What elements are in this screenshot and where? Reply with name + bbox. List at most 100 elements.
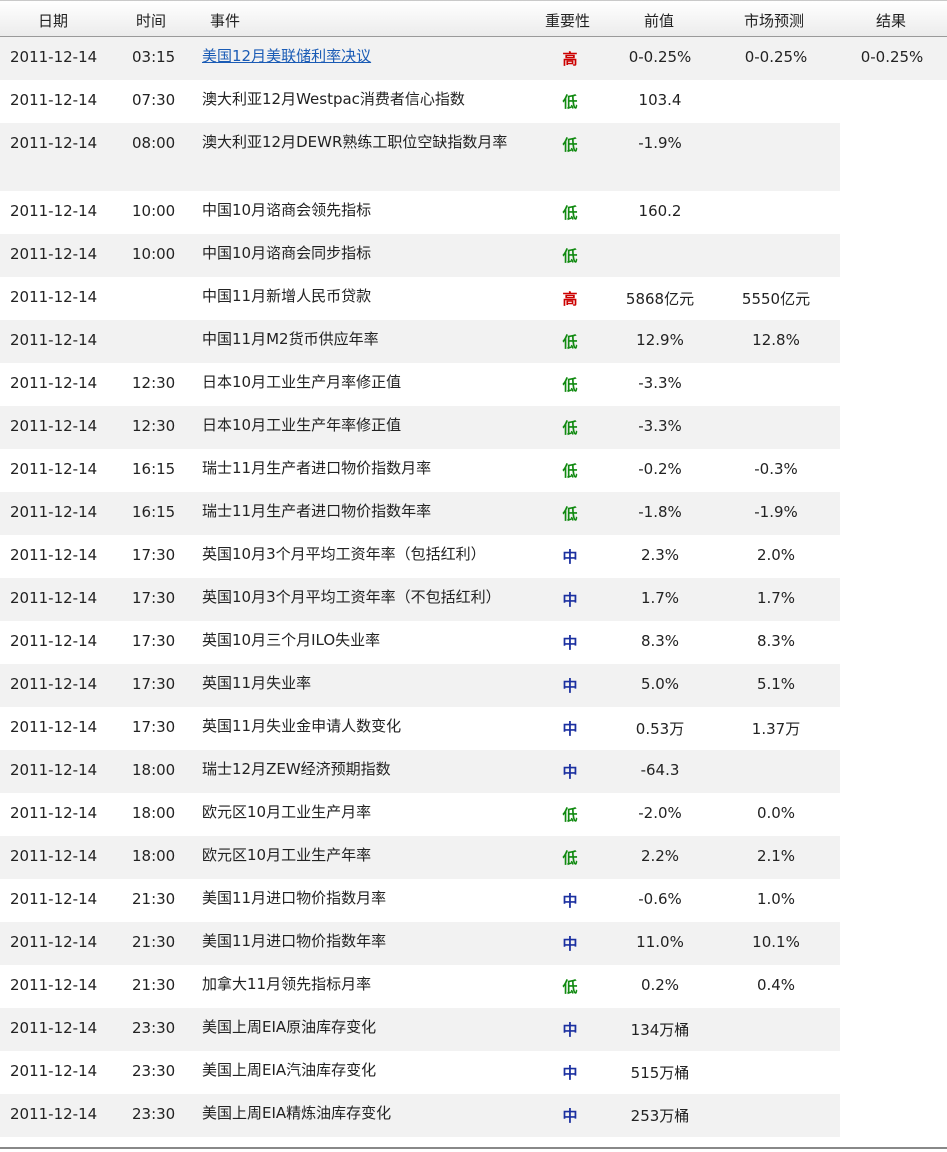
date-cell: 2011-12-14 [10,1019,98,1037]
row-background-gap [840,80,947,123]
table-row: 2011-12-14 08:00 澳大利亚12月DEWR熟练工职位空缺指数月率 低 -1… [0,123,947,191]
importance-badge: 低 [562,93,578,111]
forecast-value: 5.1% [756,675,796,693]
date-cell: 2011-12-14 [10,675,98,693]
row-background-gap [840,922,947,965]
importance-badge: 低 [562,419,578,437]
previous-value: -0.6% [638,890,682,908]
date-cell: 2011-12-14 [10,718,98,736]
event-cell: 美国上周EIA原油库存变化 [202,1018,377,1036]
event-link[interactable]: 美国12月美联储利率决议 [202,41,532,71]
event-cell: 欧元区10月工业生产月率 [202,803,372,821]
table-row: 2011-12-14 18:00 欧元区10月工业生产年率 低 2.2% 2.1% [0,836,947,879]
date-cell: 2011-12-14 [10,1105,98,1123]
date-cell: 2011-12-14 [10,134,98,152]
row-background-gap [840,879,947,922]
row-background-gap [840,492,947,535]
forecast-value: 1.0% [756,890,796,908]
previous-value: 5.0% [640,675,680,693]
forecast-value: 8.3% [756,632,796,650]
time-cell: 10:00 [132,245,176,263]
event-cell: 美国上周EIA汽油库存变化 [202,1061,377,1079]
importance-badge: 中 [562,548,578,566]
date-cell: 2011-12-14 [10,890,98,908]
previous-value: 1.7% [640,589,680,607]
date-cell: 2011-12-14 [10,417,98,435]
previous-value: 0.2% [640,976,680,994]
table-bottom-border [0,1147,947,1149]
row-background-gap [840,191,947,234]
previous-value: -64.3 [640,761,680,779]
time-cell: 18:00 [132,847,176,865]
forecast-value: 5550亿元 [741,290,811,308]
row-background-gap [840,664,947,707]
row-background-gap [840,320,947,363]
event-cell: 英国10月三个月ILO失业率 [202,631,381,649]
previous-value: 0.53万 [635,720,685,738]
row-background-gap [840,535,947,578]
row-background-gap [840,621,947,664]
previous-value: -0.2% [638,460,682,478]
importance-badge: 低 [562,333,578,351]
importance-badge: 中 [562,634,578,652]
importance-badge: 低 [562,136,578,154]
date-cell: 2011-12-14 [10,546,98,564]
forecast-value: 1.37万 [751,720,801,738]
header-previous: 前值 [644,12,675,30]
row-background-gap [840,449,947,492]
row-background-gap [840,234,947,277]
previous-value: 160.2 [638,202,682,220]
time-cell: 08:00 [132,134,176,152]
date-cell: 2011-12-14 [10,288,98,306]
table-body: 2011-12-14 03:15 美国12月美联储利率决议高 0-0.25% 0-0.2… [0,37,947,1137]
event-cell: 美国11月进口物价指数月率 [202,889,387,907]
event-cell: 日本10月工业生产年率修正值 [202,416,402,434]
event-cell: 中国11月新增人民币贷款 [202,287,372,305]
time-cell: 10:00 [132,202,176,220]
event-cell: 瑞士12月ZEW经济预期指数 [202,760,391,778]
date-cell: 2011-12-14 [10,804,98,822]
date-cell: 2011-12-14 [10,48,98,66]
table-header: 日期 时间 事件 重要性 前值 市场预测 结果 [0,0,947,37]
header-event: 事件 [210,12,241,30]
header-date: 日期 [38,12,69,30]
table-row: 2011-12-14 10:00 中国10月谘商会同步指标 低 [0,234,947,277]
header-time: 时间 [136,12,167,30]
importance-badge: 中 [562,677,578,695]
table-row: 2011-12-14 中国11月新增人民币贷款 高 5868亿元 5550亿元 [0,277,947,320]
time-cell: 17:30 [132,632,176,650]
date-cell: 2011-12-14 [10,91,98,109]
importance-badge: 中 [562,1021,578,1039]
date-cell: 2011-12-14 [10,933,98,951]
importance-badge: 中 [562,591,578,609]
date-cell: 2011-12-14 [10,589,98,607]
result-value: 0-0.25% [860,48,924,66]
event-cell: 澳大利亚12月Westpac消费者信心指数 [202,90,465,108]
date-cell: 2011-12-14 [10,847,98,865]
time-cell: 23:30 [132,1062,176,1080]
table-row: 2011-12-14 12:30 日本10月工业生产年率修正值 低 -3.3% [0,406,947,449]
date-cell: 2011-12-14 [10,202,98,220]
table-row: 2011-12-14 21:30 加拿大11月领先指标月率 低 0.2% 0.4% [0,965,947,1008]
date-cell: 2011-12-14 [10,1062,98,1080]
time-cell: 12:30 [132,417,176,435]
event-cell: 英国11月失业金申请人数变化 [202,717,402,735]
forecast-value: 0-0.25% [744,48,808,66]
event-cell: 英国10月3个月平均工资年率（不包括红利） [202,588,501,606]
header-result: 结果 [876,12,907,30]
previous-value: 2.3% [640,546,680,564]
time-cell: 17:30 [132,675,176,693]
header-forecast: 市场预测 [744,12,805,30]
date-cell: 2011-12-14 [10,976,98,994]
time-cell: 18:00 [132,761,176,779]
row-background-gap [840,793,947,836]
time-cell: 21:30 [132,890,176,908]
table-row: 2011-12-14 21:30 美国11月进口物价指数月率 中 -0.6% 1.0% [0,879,947,922]
table-row: 2011-12-14 17:30 英国10月3个月平均工资年率（包括红利） 中 2.3%… [0,535,947,578]
importance-badge: 中 [562,763,578,781]
row-background-gap [840,578,947,621]
row-background-gap [840,1094,947,1137]
row-background-gap [840,965,947,1008]
event-cell: 美国上周EIA精炼油库存变化 [202,1104,392,1122]
previous-value: 11.0% [636,933,684,951]
